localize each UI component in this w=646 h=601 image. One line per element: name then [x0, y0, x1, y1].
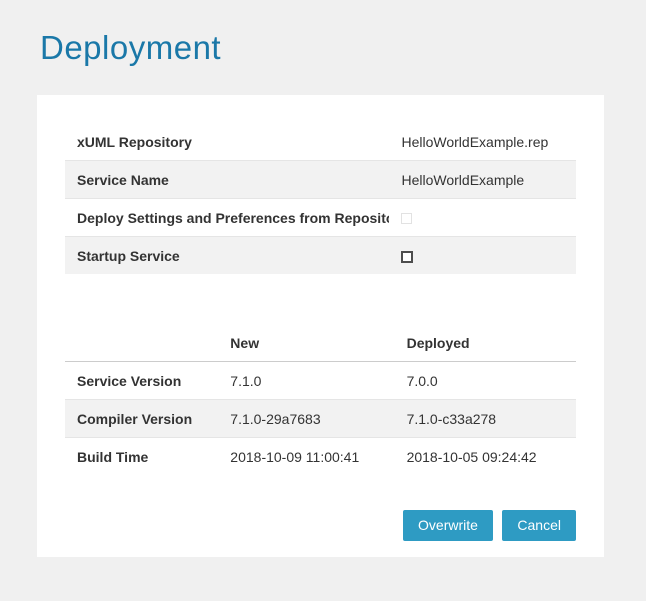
- page-title: Deployment: [0, 0, 646, 68]
- compiler-version-new: 7.1.0-29a7683: [218, 400, 394, 438]
- table-row: xUML Repository HelloWorldExample.rep: [65, 123, 576, 161]
- deployment-page: Deployment xUML Repository HelloWorldExa…: [0, 0, 646, 601]
- deploy-settings-checkbox: [401, 213, 412, 224]
- table-row: Deploy Settings and Preferences from Rep…: [65, 199, 576, 237]
- table-row: Compiler Version 7.1.0-29a7683 7.1.0-c33…: [65, 400, 576, 438]
- setting-label-startup-service: Startup Service: [65, 237, 389, 275]
- versions-header-new: New: [218, 324, 394, 362]
- build-time-new: 2018-10-09 11:00:41: [218, 438, 394, 476]
- table-row: Startup Service: [65, 237, 576, 275]
- setting-label-xuml-repository: xUML Repository: [65, 123, 389, 161]
- versions-table: New Deployed Service Version 7.1.0 7.0.0…: [65, 324, 576, 475]
- setting-value-service-name: HelloWorldExample: [389, 161, 576, 199]
- versions-header-row: New Deployed: [65, 324, 576, 362]
- spacer: [65, 475, 576, 510]
- table-row: Service Version 7.1.0 7.0.0: [65, 362, 576, 400]
- cancel-button[interactable]: Cancel: [502, 510, 576, 541]
- deployment-card: xUML Repository HelloWorldExample.rep Se…: [37, 95, 604, 557]
- settings-table: xUML Repository HelloWorldExample.rep Se…: [65, 123, 576, 274]
- compiler-version-deployed: 7.1.0-c33a278: [395, 400, 576, 438]
- startup-service-checkbox[interactable]: [401, 251, 413, 263]
- version-label-service-version: Service Version: [65, 362, 218, 400]
- overwrite-button[interactable]: Overwrite: [403, 510, 493, 541]
- service-version-new: 7.1.0: [218, 362, 394, 400]
- versions-header-empty: [65, 324, 218, 362]
- table-row: Service Name HelloWorldExample: [65, 161, 576, 199]
- setting-label-deploy-settings: Deploy Settings and Preferences from Rep…: [65, 199, 389, 237]
- build-time-deployed: 2018-10-05 09:24:42: [395, 438, 576, 476]
- service-version-deployed: 7.0.0: [395, 362, 576, 400]
- spacer: [65, 274, 576, 324]
- button-bar: Overwrite Cancel: [65, 510, 576, 541]
- setting-label-service-name: Service Name: [65, 161, 389, 199]
- versions-header-deployed: Deployed: [395, 324, 576, 362]
- version-label-compiler-version: Compiler Version: [65, 400, 218, 438]
- table-row: Build Time 2018-10-09 11:00:41 2018-10-0…: [65, 438, 576, 476]
- setting-value-xuml-repository: HelloWorldExample.rep: [389, 123, 576, 161]
- version-label-build-time: Build Time: [65, 438, 218, 476]
